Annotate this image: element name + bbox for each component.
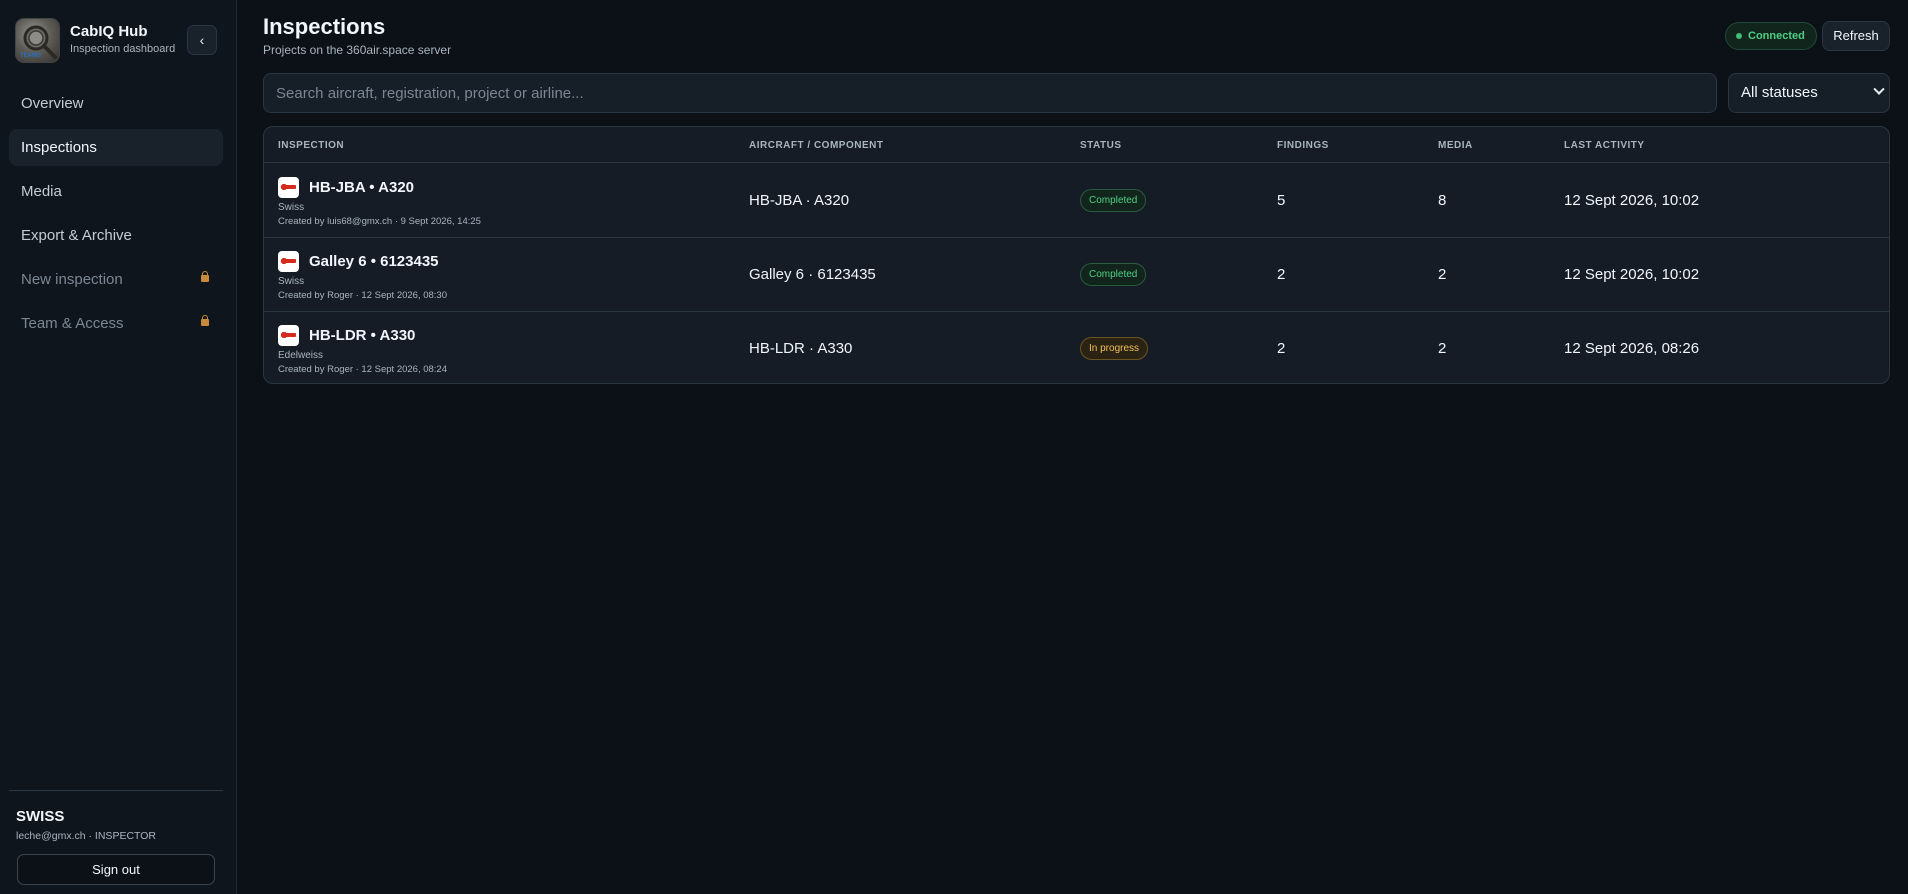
- aircraft-cell: HB-LDR · A330: [749, 340, 853, 357]
- aircraft-cell: HB-JBA · A320: [749, 192, 850, 209]
- last-activity-cell: 12 Sept 2026, 08:26: [1564, 340, 1700, 357]
- table-header: INSPECTION AIRCRAFT / COMPONENT STATUS F…: [264, 127, 1889, 163]
- sidebar-item-overview[interactable]: Overview: [9, 85, 223, 122]
- search-input[interactable]: [263, 73, 1717, 113]
- media-cell: 2: [1438, 340, 1447, 357]
- table-row[interactable]: HB-JBA • A320 Swiss Created by luis68@gm…: [264, 164, 1889, 238]
- connection-status-label: Connected: [1748, 30, 1805, 42]
- sidebar-item-label: Overview: [21, 95, 84, 112]
- aircraft-cell: Galley 6 · 6123435: [749, 266, 876, 283]
- app-subtitle: Inspection dashboard: [70, 43, 176, 55]
- swiss-airline-icon: [278, 177, 299, 198]
- sidebar-item-new-inspection[interactable]: New inspection: [9, 261, 223, 298]
- sidebar-item-team-access[interactable]: Team & Access: [9, 305, 223, 342]
- table-row[interactable]: Galley 6 • 6123435 Swiss Created by Roge…: [264, 238, 1889, 312]
- logo-teams-text: TEAMS: [20, 53, 41, 59]
- lock-icon: [201, 315, 209, 326]
- inspection-title[interactable]: Galley 6 • 6123435: [309, 253, 439, 270]
- inspection-created: Created by Roger · 12 Sept 2026, 08:24: [278, 364, 448, 375]
- media-cell: 8: [1438, 192, 1447, 209]
- collapse-sidebar-button[interactable]: ‹: [187, 25, 217, 55]
- inspections-table: INSPECTION AIRCRAFT / COMPONENT STATUS F…: [263, 126, 1890, 384]
- sidebar-item-label: Inspections: [21, 139, 97, 156]
- sidebar-item-media[interactable]: Media: [9, 173, 223, 210]
- status-dot-icon: [1736, 33, 1742, 39]
- inspection-airline: Edelweiss: [278, 350, 324, 361]
- last-activity-cell: 12 Sept 2026, 10:02: [1564, 266, 1700, 283]
- sidebar-item-label: New inspection: [21, 271, 123, 288]
- status-badge: Completed: [1080, 189, 1147, 212]
- status-filter-value: All statuses: [1741, 84, 1818, 101]
- status-badge: Completed: [1080, 263, 1147, 286]
- sidebar: TEAMS CabIQ Hub Inspection dashboard ‹ O…: [0, 0, 237, 894]
- inspection-airline: Swiss: [278, 276, 305, 287]
- chevron-down-icon: [1873, 83, 1885, 95]
- connection-status-badge: Connected: [1725, 22, 1817, 50]
- refresh-button[interactable]: Refresh: [1822, 21, 1890, 51]
- media-cell: 2: [1438, 266, 1447, 283]
- column-header-last-activity[interactable]: LAST ACTIVITY: [1564, 140, 1645, 151]
- sidebar-item-inspections[interactable]: Inspections: [9, 129, 223, 166]
- sidebar-nav: Overview Inspections Media Export & Arch…: [9, 85, 223, 349]
- sign-out-button[interactable]: Sign out: [17, 854, 215, 885]
- swiss-airline-icon: [278, 251, 299, 272]
- user-org: SWISS: [16, 808, 65, 825]
- column-header-findings[interactable]: FINDINGS: [1277, 140, 1329, 151]
- inspection-airline: Swiss: [278, 202, 305, 213]
- inspection-created: Created by luis68@gmx.ch · 9 Sept 2026, …: [278, 216, 481, 227]
- edelweiss-airline-icon: [278, 325, 299, 346]
- sidebar-divider: [9, 790, 223, 791]
- findings-cell: 5: [1277, 192, 1286, 209]
- page-title: Inspections: [263, 14, 386, 39]
- sidebar-item-label: Media: [21, 183, 62, 200]
- inspection-title[interactable]: HB-JBA • A320: [309, 179, 414, 196]
- column-header-aircraft[interactable]: AIRCRAFT / COMPONENT: [749, 140, 883, 151]
- chevron-left-icon: ‹: [199, 32, 205, 48]
- user-meta: leche@gmx.ch · INSPECTOR: [16, 830, 157, 842]
- app-logo: TEAMS: [15, 18, 60, 63]
- column-header-status[interactable]: STATUS: [1080, 140, 1122, 151]
- findings-cell: 2: [1277, 340, 1286, 357]
- app-title: CabIQ Hub: [70, 23, 148, 40]
- page-subtitle: Projects on the 360air.space server: [263, 43, 452, 57]
- inspection-created: Created by Roger · 12 Sept 2026, 08:30: [278, 290, 448, 301]
- status-filter-select[interactable]: All statuses: [1728, 73, 1890, 113]
- column-header-media[interactable]: MEDIA: [1438, 140, 1473, 151]
- sidebar-item-export-archive[interactable]: Export & Archive: [9, 217, 223, 254]
- column-header-inspection[interactable]: INSPECTION: [278, 140, 344, 151]
- last-activity-cell: 12 Sept 2026, 10:02: [1564, 192, 1700, 209]
- sidebar-item-label: Team & Access: [21, 315, 124, 332]
- table-row[interactable]: HB-LDR • A330 Edelweiss Created by Roger…: [264, 312, 1889, 383]
- findings-cell: 2: [1277, 266, 1286, 283]
- sidebar-item-label: Export & Archive: [21, 227, 132, 244]
- inspection-title[interactable]: HB-LDR • A330: [309, 327, 415, 344]
- status-badge: In progress: [1080, 337, 1149, 360]
- lock-icon: [201, 271, 209, 282]
